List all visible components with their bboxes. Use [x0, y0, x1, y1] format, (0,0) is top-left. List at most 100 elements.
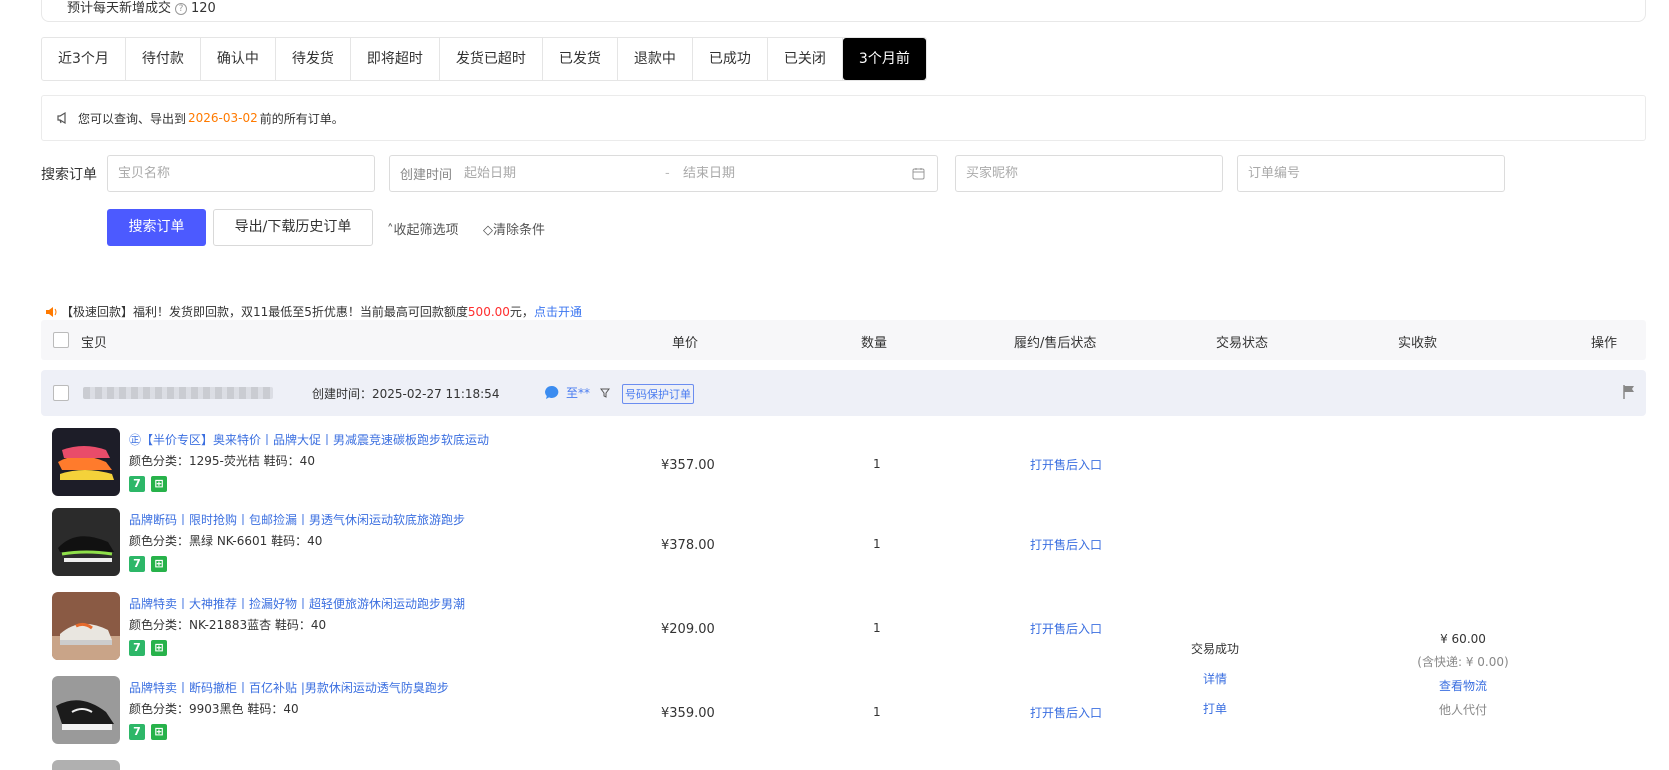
fast-payback-promo: 【极速回款】福利！发货即回款，双11最低至5折优惠！当前最高可回款额度 500.0… — [45, 303, 582, 320]
payer-note: 他人代付 — [1438, 703, 1487, 717]
tab-3-months-ago[interactable]: 3个月前 — [842, 38, 926, 80]
tab-succeeded[interactable]: 已成功 — [693, 38, 768, 80]
after-sale-link[interactable]: 打开售后入口 — [1030, 704, 1102, 721]
tab-pending-payment[interactable]: 待付款 — [126, 38, 201, 80]
order-item: 品牌特卖丨大神推荐丨捡漏好物丨超轻便旅游休闲运动跑步男潮 颜色分类：NK-218… — [52, 592, 1632, 672]
order-checkbox[interactable] — [53, 385, 69, 401]
tab-about-to-timeout[interactable]: 即将超时 — [351, 38, 440, 80]
col-quantity: 数量 — [861, 336, 888, 351]
search-orders-button[interactable]: 搜索订单 — [107, 209, 206, 246]
created-time-field: 创建时间 - — [389, 155, 938, 192]
order-item: 品牌特卖丨断码撤柜丨百亿补贴 |男款休闲运动透气防臭跑步 颜色分类：9903黑色… — [52, 676, 1632, 756]
after-sale-link[interactable]: 打开售后入口 — [1030, 536, 1102, 553]
seven-day-return-icon: 7 — [129, 724, 145, 740]
received-amount: ¥ 60.00 — [1440, 632, 1486, 646]
tab-confirming[interactable]: 确认中 — [201, 38, 276, 80]
guarantee-icon: ⊞ — [151, 476, 167, 492]
export-history-button[interactable]: 导出/下载历史订单 — [213, 209, 373, 246]
guarantee-icon: ⊞ — [151, 724, 167, 740]
chat-icon[interactable] — [544, 385, 560, 401]
seven-day-return-icon: 7 — [129, 476, 145, 492]
table-header: 宝贝 单价 数量 履约/售后状态 交易状态 实收款 操作 — [41, 320, 1646, 360]
product-image[interactable] — [52, 508, 120, 576]
tab-shipped[interactable]: 已发货 — [543, 38, 618, 80]
view-logistics-link[interactable]: 查看物流 — [1398, 677, 1528, 694]
guarantee-icon: ⊞ — [151, 640, 167, 656]
select-all-checkbox[interactable] — [53, 332, 69, 348]
tab-recent-3-months[interactable]: 近3个月 — [42, 38, 126, 80]
start-date-input[interactable] — [464, 166, 605, 181]
col-trade-status: 交易状态 — [1216, 336, 1269, 351]
item-name-field — [107, 155, 375, 192]
end-date-input[interactable] — [683, 166, 833, 181]
collapse-filters-label: 收起筛选项 — [393, 223, 459, 238]
after-sale-link[interactable]: 打开售后入口 — [1030, 456, 1102, 473]
tab-closed[interactable]: 已关闭 — [768, 38, 843, 80]
next-product-image — [52, 760, 120, 770]
clear-conditions-label: 清除条件 — [493, 223, 546, 238]
megaphone-icon — [57, 111, 66, 125]
product-image[interactable] — [52, 428, 120, 496]
estimate-label: 预计每天新增成交 — [67, 1, 172, 16]
promo-open-link[interactable]: 点击开通 — [534, 303, 582, 320]
order-status-tabs: 近3个月 待付款 确认中 待发货 即将超时 发货已超时 已发货 退款中 已成功 … — [41, 37, 927, 81]
promo-text-a: 【极速回款】福利！发货即回款，双11最低至5折优惠！当前最高可回款额度 — [61, 305, 468, 319]
order-header: 创建时间：2025-02-27 11:18:54 至** 号码保护订单 — [41, 370, 1646, 416]
product-image[interactable] — [52, 592, 120, 660]
service-badges: 7 ⊞ — [129, 556, 167, 572]
quantity: 1 — [873, 537, 881, 551]
notice-date: 2026-03-02 — [188, 111, 258, 125]
product-title[interactable]: 品牌特卖丨断码撤柜丨百亿补贴 |男款休闲运动透气防臭跑步 — [129, 679, 449, 696]
unit-price: ¥359.00 — [661, 706, 715, 721]
promo-text-b: 元， — [509, 305, 534, 319]
order-number-redacted — [83, 387, 273, 399]
order-no-field — [1237, 155, 1505, 192]
promo-amount: 500.00 — [467, 304, 510, 319]
product-image[interactable] — [52, 676, 120, 744]
tab-refunding[interactable]: 退款中 — [618, 38, 693, 80]
estimate-row: 预计每天新增成交? 120 — [67, 0, 216, 16]
unit-price: ¥378.00 — [661, 538, 715, 553]
buyer-nick-input[interactable] — [966, 166, 1222, 181]
print-link[interactable]: 打单 — [1175, 700, 1255, 717]
order-no-input[interactable] — [1248, 166, 1504, 181]
order-item: ㊣【半价专区】奥来特价丨品牌大促丨男减震竞速碳板跑步软底运动 颜色分类：1295… — [52, 428, 1632, 508]
trade-status-cell: 交易成功 详情 打单 — [1175, 640, 1255, 730]
export-notice: 您可以查询、导出到 2026-03-02 前的所有订单。 — [41, 95, 1646, 141]
calendar-icon[interactable] — [912, 167, 925, 180]
seven-day-return-icon: 7 — [129, 556, 145, 572]
col-unit-price: 单价 — [672, 336, 699, 351]
collapse-filters-link[interactable]: ˄收起筛选项 — [387, 219, 459, 238]
estimate-panel: 预计每天新增成交? 120 — [41, 0, 1646, 22]
tab-to-ship[interactable]: 待发货 — [276, 38, 351, 80]
order-item: 品牌断码丨限时抢购丨包邮捡漏丨男透气休闲运动软底旅游跑步 颜色分类：黑绿 NK-… — [52, 508, 1632, 588]
seven-day-return-icon: 7 — [129, 640, 145, 656]
notice-prefix: 您可以查询、导出到 — [78, 111, 187, 126]
product-spec: 颜色分类：黑绿 NK-6601 鞋码：40 — [129, 534, 323, 548]
product-spec: 颜色分类：NK-21883蓝杏 鞋码：40 — [129, 618, 327, 632]
flag-icon[interactable] — [1622, 384, 1636, 400]
unit-price: ¥209.00 — [661, 622, 715, 637]
quantity: 1 — [873, 457, 881, 471]
product-title[interactable]: 品牌断码丨限时抢购丨包邮捡漏丨男透气休闲运动软底旅游跑步 — [129, 511, 465, 528]
filter-icon[interactable] — [600, 388, 611, 398]
quantity: 1 — [873, 705, 881, 719]
order-created-time: 创建时间：2025-02-27 11:18:54 — [312, 387, 500, 401]
clear-conditions-link[interactable]: ◇清除条件 — [483, 219, 545, 238]
shipping-note: (含快递: ¥ 0.00) — [1417, 655, 1509, 669]
item-name-input[interactable] — [118, 166, 374, 181]
detail-link[interactable]: 详情 — [1175, 670, 1255, 687]
after-sale-link[interactable]: 打开售后入口 — [1030, 620, 1102, 637]
search-label: 搜索订单 — [41, 167, 97, 183]
help-icon[interactable]: ? — [175, 2, 188, 15]
product-title[interactable]: 品牌特卖丨大神推荐丨捡漏好物丨超轻便旅游休闲运动跑步男潮 — [129, 595, 465, 612]
product-title[interactable]: ㊣【半价专区】奥来特价丨品牌大促丨男减震竞速碳板跑步软底运动 — [129, 431, 489, 448]
product-spec: 颜色分类：1295-荧光桔 鞋码：40 — [129, 454, 315, 468]
estimate-value: 120 — [191, 1, 216, 16]
buyer-info[interactable]: 至** — [544, 384, 611, 401]
col-received: 实收款 — [1398, 336, 1438, 351]
col-fulfillment-status: 履约/售后状态 — [1014, 336, 1097, 351]
tab-ship-timeout[interactable]: 发货已超时 — [440, 38, 543, 80]
created-time-label: 创建时间 — [400, 168, 453, 183]
product-spec: 颜色分类：9903黑色 鞋码：40 — [129, 702, 299, 716]
